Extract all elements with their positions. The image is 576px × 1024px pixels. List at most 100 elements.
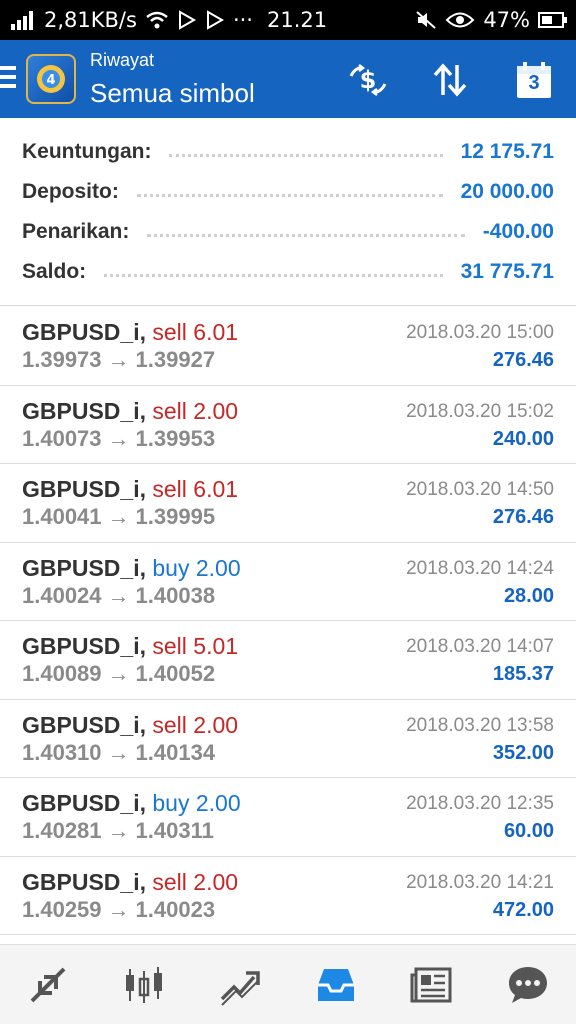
deal-time: 2018.03.20 14:21: [406, 871, 554, 893]
deal-open-price: 1.40073: [22, 425, 102, 451]
svg-text:$: $: [360, 66, 377, 94]
signal-icon: [10, 10, 36, 30]
nav-trade[interactable]: [210, 955, 270, 1015]
quotes-icon: [30, 967, 66, 1002]
app-logo: 4: [26, 54, 76, 104]
deal-open-price: 1.40259: [22, 896, 102, 922]
deal-close-price: 1.40052: [135, 661, 216, 686]
deal-volume: sell 6.01: [152, 319, 239, 345]
deal-symbol: GBPUSD_i,: [22, 397, 146, 424]
deal-time: 2018.03.20 13:58: [406, 714, 554, 736]
deal-open-price: 1.40310: [22, 739, 102, 765]
sort-button[interactable]: [428, 58, 472, 102]
deal-close-price: 1.39995: [135, 504, 216, 529]
chat-icon: [509, 966, 547, 1003]
summary-value: 20 000.00: [460, 180, 554, 203]
deal-row[interactable]: GBPUSD_i, sell 2.00 1.40259 → 1.40023 2018…: [0, 856, 576, 935]
battery-icon: [538, 10, 568, 30]
nav-quotes[interactable]: [18, 955, 78, 1015]
battery-percent: 47%: [483, 8, 530, 32]
arrow-right-icon: →: [107, 347, 130, 372]
deal-volume: sell 2.00: [152, 397, 239, 424]
dotted-leader: [104, 273, 443, 277]
deal-profit: 276.46: [492, 349, 554, 371]
chart-icon: [126, 966, 162, 1003]
history-icon: [318, 968, 354, 1001]
deal-open-price: 1.39973: [22, 347, 102, 372]
app-bar: 4 Riwayat Semua simbol $ 3: [0, 40, 576, 118]
arrow-right-icon: →: [107, 896, 130, 922]
calendar-day: 3: [528, 72, 540, 94]
menu-icon[interactable]: [0, 66, 16, 92]
page-title[interactable]: Semua simbol: [90, 78, 255, 109]
deal-time: 2018.03.20 12:35: [406, 793, 554, 814]
deal-time: 2018.03.20 14:50: [406, 479, 554, 500]
deal-volume: sell 6.01: [152, 476, 239, 502]
deal-row[interactable]: GBPUSD_i, sell 6.01 1.40041 → 1.39995 2018…: [0, 464, 576, 543]
deal-open-price: 1.40089: [22, 661, 102, 686]
sort-icon: [433, 63, 467, 97]
deal-volume: buy 2.00: [152, 790, 241, 816]
deal-open-price: 1.40041: [22, 504, 102, 529]
clock: 21.21: [266, 8, 328, 32]
deal-symbol: GBPUSD_i,: [22, 476, 146, 502]
deal-open-price: 1.40024: [22, 582, 102, 608]
deal-row[interactable]: GBPUSD_i, sell 2.00 1.40073 → 1.39953 2018…: [0, 385, 576, 464]
currency-exchange-icon: $: [349, 64, 387, 96]
nav-chat[interactable]: [498, 955, 558, 1015]
deal-close-price: 1.40134: [135, 739, 216, 765]
summary-value: -400.00: [482, 220, 554, 243]
deal-row[interactable]: GBPUSD_i, sell 5.01 1.40089 → 1.40052 2018…: [0, 621, 576, 700]
summary-label: Saldo:: [22, 260, 87, 283]
deal-close-price: 1.39927: [135, 347, 216, 372]
deal-close-price: 1.40311: [135, 818, 214, 843]
deal-symbol: GBPUSD_i,: [22, 633, 146, 659]
wifi-icon: [145, 10, 169, 30]
arrow-right-icon: →: [107, 739, 130, 765]
deal-profit: 185.37: [492, 663, 554, 685]
deal-time: 2018.03.20 15:00: [406, 322, 554, 343]
deal-row[interactable]: GBPUSD_i, buy 2.00 1.40281 → 1.40311 2018.…: [0, 778, 576, 857]
header-subtitle: Riwayat: [90, 50, 155, 70]
summary-row-deposit: Deposito: 20 000.00: [22, 177, 554, 207]
nav-history[interactable]: [306, 955, 366, 1015]
arrow-right-icon: →: [107, 504, 130, 529]
svg-text:4: 4: [46, 73, 55, 88]
deal-volume: sell 2.00: [152, 711, 239, 738]
deal-symbol: GBPUSD_i,: [22, 554, 146, 581]
deal-close-price: 1.40038: [135, 582, 216, 608]
arrow-right-icon: →: [107, 818, 130, 843]
deal-time: 2018.03.20 15:02: [406, 400, 554, 422]
news-icon: [410, 967, 452, 1002]
deal-profit: 240.00: [492, 427, 554, 450]
arrow-right-icon: →: [107, 425, 130, 451]
deal-volume: buy 2.00: [152, 554, 241, 581]
status-bar: 2,81KB/s ··· 21.21 47%: [0, 0, 576, 40]
eye-icon: [445, 10, 475, 30]
summary-label: Deposito:: [22, 180, 119, 203]
calendar-button[interactable]: 3: [512, 58, 556, 102]
network-speed: 2,81KB/s: [44, 8, 137, 32]
deal-volume: sell 5.01: [152, 633, 239, 659]
deal-row[interactable]: GBPUSD_i, sell 2.00 1.40310 → 1.40134 2018…: [0, 699, 576, 778]
summary-value: 12 175.71: [460, 140, 554, 163]
currency-exchange-button[interactable]: $: [346, 58, 390, 102]
bottom-navigation: [0, 944, 576, 1024]
nav-news[interactable]: [402, 955, 462, 1015]
summary-label: Keuntungan:: [22, 140, 152, 163]
deal-row[interactable]: GBPUSD_i, sell 6.01 1.39973 → 1.39927 2018…: [0, 307, 576, 386]
more-notifications: ···: [232, 8, 253, 32]
summary-row-withdrawal: Penarikan: -400.00: [22, 217, 554, 247]
mute-icon: [415, 10, 437, 30]
deal-row[interactable]: GBPUSD_i, buy 2.00 1.40024 → 1.40038 2018.…: [0, 542, 576, 621]
deal-close-price: 1.40023: [135, 896, 216, 922]
deal-open-price: 1.40281: [22, 818, 102, 843]
account-summary: Keuntungan: 12 175.71 Deposito: 20 000.0…: [0, 118, 576, 306]
deal-volume: sell 2.00: [152, 868, 239, 895]
deal-time: 2018.03.20 14:24: [406, 557, 554, 579]
deal-profit: 352.00: [492, 741, 554, 764]
nav-chart[interactable]: [114, 955, 174, 1015]
deal-profit: 60.00: [503, 820, 554, 842]
play-store-icon: [177, 10, 197, 30]
play-store-icon-2: [205, 10, 225, 30]
